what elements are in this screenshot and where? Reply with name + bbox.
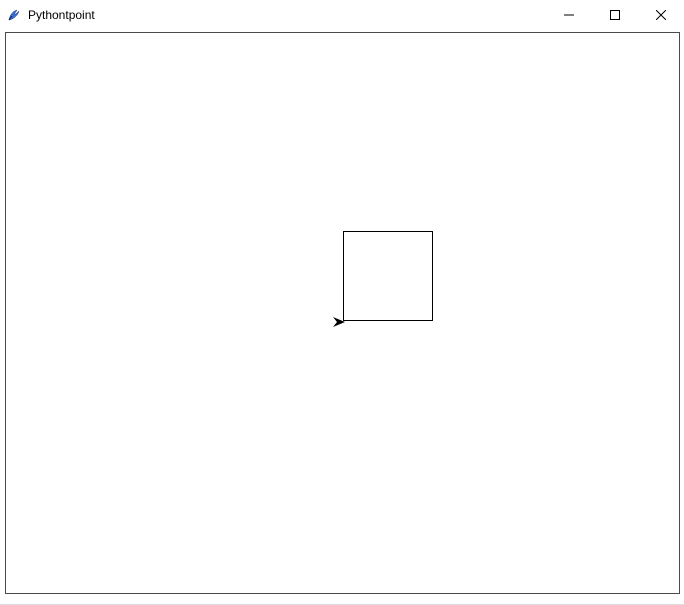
window-controls	[546, 0, 684, 30]
client-area	[0, 30, 684, 604]
close-button[interactable]	[638, 0, 684, 30]
turtle-canvas-frame	[5, 32, 680, 594]
window-title: Pythontpoint	[28, 8, 95, 22]
titlebar[interactable]: Pythontpoint	[0, 0, 684, 30]
minimize-button[interactable]	[546, 0, 592, 30]
app-window: Pythontpoint	[0, 0, 684, 605]
feather-icon	[6, 7, 22, 23]
turtle-canvas	[6, 33, 679, 593]
maximize-button[interactable]	[592, 0, 638, 30]
drawn-square	[343, 231, 433, 321]
turtle-cursor-icon	[333, 316, 345, 326]
